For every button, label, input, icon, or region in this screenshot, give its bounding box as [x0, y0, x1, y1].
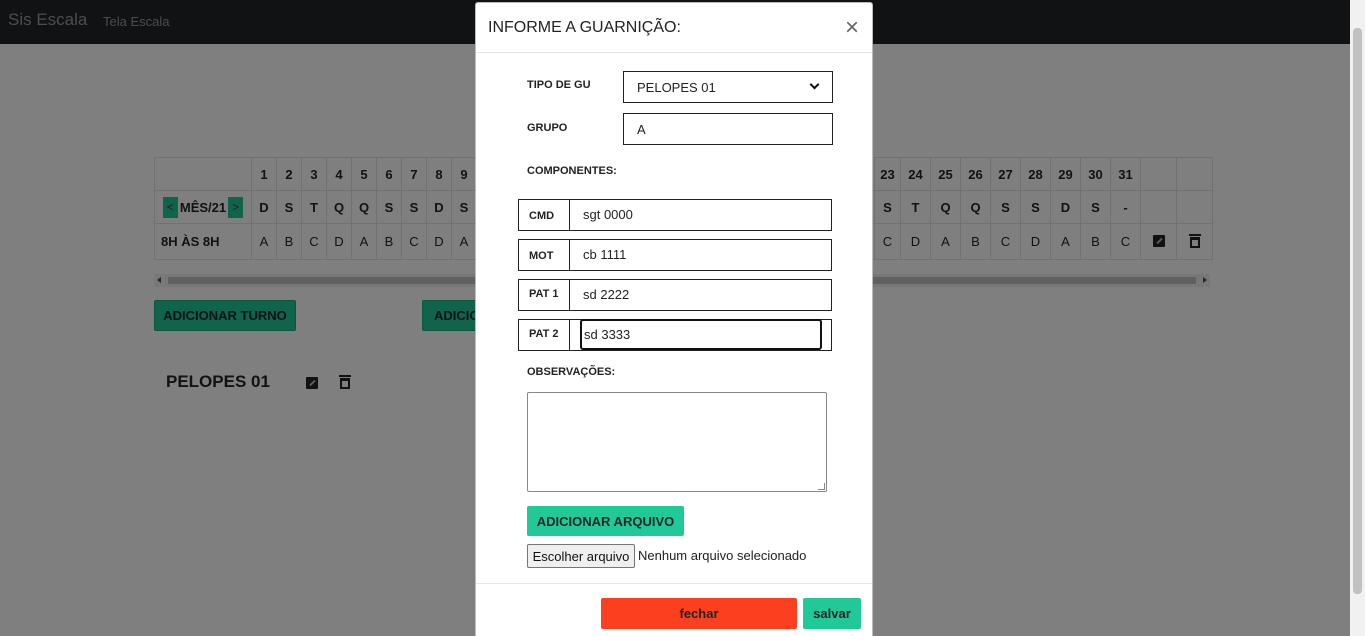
componente-label: CMD [519, 200, 570, 230]
componentes-label: COMPONENTES: [527, 165, 617, 177]
componente-input[interactable]: sd 2222 [583, 287, 629, 302]
add-file-button[interactable]: ADICIONAR ARQUIVO [527, 506, 684, 536]
componente-row: PAT 2 sd 3333 [518, 319, 832, 351]
componente-row: MOT cb 1111 [518, 239, 832, 271]
fechar-button[interactable]: fechar [601, 598, 797, 629]
tipo-select-value: PELOPES 01 [637, 79, 716, 95]
componente-label: MOT [519, 240, 570, 270]
componente-input-focused[interactable]: sd 3333 [580, 319, 822, 350]
observacoes-label: OBSERVAÇÕES: [527, 366, 616, 378]
modal-footer-divider [476, 583, 872, 584]
tipo-label: TIPO DE GU [527, 79, 591, 91]
file-status: Nenhum arquivo selecionado [638, 548, 807, 563]
grupo-label: GRUPO [527, 122, 568, 134]
componente-row: CMD sgt 0000 [518, 199, 832, 231]
componente-input[interactable]: sgt 0000 [583, 207, 633, 222]
page-vertical-scrollbar[interactable] [1350, 0, 1365, 636]
componente-row: PAT 1 sd 2222 [518, 279, 832, 311]
modal-title: INFORME A GUARNIÇÃO: [488, 19, 681, 36]
observacoes-textarea[interactable] [527, 392, 827, 492]
guarnicao-modal: INFORME A GUARNIÇÃO: × TIPO DE GU PELOPE… [475, 2, 873, 636]
grupo-input[interactable]: A [623, 113, 833, 145]
resize-grip-icon[interactable] [818, 483, 825, 490]
chevron-down-icon [809, 79, 820, 90]
choose-file-button[interactable]: Escolher arquivo [527, 544, 635, 568]
componente-input[interactable]: cb 1111 [583, 247, 626, 262]
close-icon[interactable]: × [845, 16, 859, 40]
componente-label: PAT 2 [519, 320, 570, 350]
page-scroll-thumb[interactable] [1353, 28, 1362, 594]
modal-header: INFORME A GUARNIÇÃO: × [476, 3, 872, 53]
componente-label: PAT 1 [519, 280, 570, 310]
salvar-button[interactable]: salvar [803, 598, 861, 629]
tipo-select[interactable]: PELOPES 01 [623, 71, 833, 103]
